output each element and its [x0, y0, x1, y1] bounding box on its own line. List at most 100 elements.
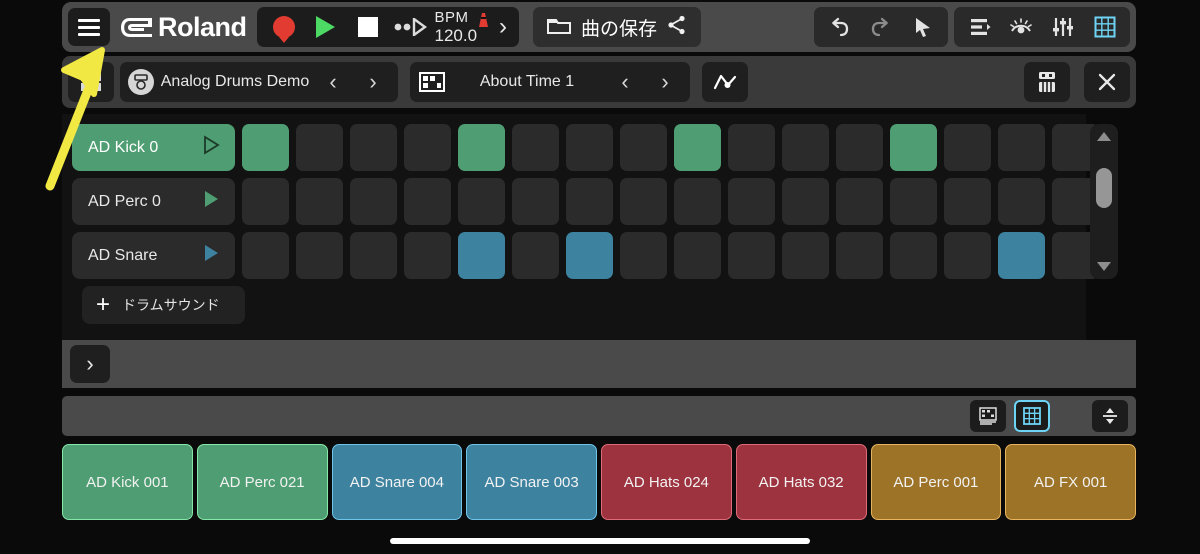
pad-view-toolbar: [62, 396, 1136, 436]
sequencer-step-cell[interactable]: [458, 232, 505, 279]
sequencer-row-label[interactable]: AD Perc 0: [72, 178, 235, 225]
grid-icon[interactable]: [1084, 8, 1126, 46]
sequencer-step-cell[interactable]: [620, 178, 667, 225]
kit-prev-chevron-left-icon[interactable]: ‹: [316, 69, 350, 95]
brand-name: Roland: [158, 11, 247, 42]
sequencer-step-cell[interactable]: [458, 178, 505, 225]
sequencer-step-cell[interactable]: [782, 232, 829, 279]
hamburger-menu-icon[interactable]: [68, 8, 110, 46]
sound-pad[interactable]: AD FX 001: [1005, 444, 1136, 520]
sequencer-step-cell[interactable]: [296, 232, 343, 279]
sequencer-step-cell[interactable]: [566, 124, 613, 171]
kit-name: Analog Drums Demo: [160, 73, 310, 90]
sequencer-step-cell[interactable]: [728, 124, 775, 171]
sequencer-step-cell[interactable]: [566, 232, 613, 279]
undo-icon[interactable]: [818, 8, 860, 46]
sequencer-step-cell[interactable]: [836, 124, 883, 171]
sequencer-step-cell[interactable]: [944, 232, 991, 279]
sequencer-step-cell[interactable]: [296, 178, 343, 225]
sequencer-row-label[interactable]: AD Snare: [72, 232, 235, 279]
share-icon[interactable]: [667, 15, 687, 40]
row-preview-play-icon[interactable]: [201, 189, 221, 214]
metronome-icon[interactable]: [478, 12, 489, 30]
expand-chevron-right-icon[interactable]: ›: [70, 345, 110, 383]
keyboard-icon[interactable]: [1024, 62, 1070, 102]
stop-icon[interactable]: [347, 7, 389, 47]
scroll-up-arrow-icon[interactable]: [1097, 132, 1111, 141]
piano-roll-icon[interactable]: [970, 400, 1006, 432]
sequencer-step-cell[interactable]: [242, 124, 289, 171]
sequencer-step-cell[interactable]: [404, 232, 451, 279]
sequencer-step-cell[interactable]: [890, 232, 937, 279]
sound-pad[interactable]: AD Hats 032: [735, 444, 867, 520]
eye-icon[interactable]: [1000, 8, 1042, 46]
automation-curve-icon[interactable]: [702, 62, 748, 102]
sequencer-step-cell[interactable]: [836, 232, 883, 279]
row-preview-play-icon[interactable]: [201, 243, 221, 268]
sequencer-step-cell[interactable]: [998, 124, 1045, 171]
sequencer-step-cell[interactable]: [404, 178, 451, 225]
fast-forward-icon[interactable]: [389, 7, 431, 47]
sequencer-step-cell[interactable]: [296, 124, 343, 171]
sequencer-step-cell[interactable]: [728, 178, 775, 225]
sequencer-step-cell[interactable]: [620, 232, 667, 279]
sequencer-vertical-scrollbar[interactable]: [1090, 124, 1118, 279]
sound-pad[interactable]: AD Perc 001: [870, 444, 1002, 520]
home-indicator: [390, 538, 810, 544]
kit-next-chevron-right-icon[interactable]: ›: [356, 69, 390, 95]
sequencer-step-cell[interactable]: [998, 232, 1045, 279]
sound-pad[interactable]: AD Snare 003: [466, 444, 597, 520]
add-drum-sound-button[interactable]: + ドラムサウンド: [82, 286, 245, 324]
redo-icon[interactable]: [860, 8, 902, 46]
sequencer-step-cell[interactable]: [512, 124, 559, 171]
bpm-display[interactable]: BPM 120.0: [431, 10, 494, 44]
record-icon[interactable]: [263, 7, 305, 47]
vertical-resize-icon[interactable]: [1092, 400, 1128, 432]
pattern-prev-chevron-left-icon[interactable]: ‹: [608, 69, 642, 95]
pointer-arrow-icon[interactable]: [902, 8, 944, 46]
save-song-button[interactable]: 曲の保存: [533, 7, 702, 47]
sequencer-step-cell[interactable]: [674, 178, 721, 225]
track-list-icon[interactable]: [958, 8, 1000, 46]
sequencer-step-cell[interactable]: [836, 178, 883, 225]
sequencer-step-cell[interactable]: [566, 178, 613, 225]
sequencer-step-cell[interactable]: [512, 232, 559, 279]
sequencer-step-cell[interactable]: [728, 232, 775, 279]
sequencer-step-cell[interactable]: [458, 124, 505, 171]
sequencer-step-cell[interactable]: [782, 178, 829, 225]
pad-grid-icon[interactable]: [1014, 400, 1050, 432]
sequencer-step-cell[interactable]: [944, 178, 991, 225]
sound-pad[interactable]: AD Snare 004: [331, 444, 463, 520]
sequencer-step-cell[interactable]: [242, 232, 289, 279]
pattern-next-chevron-right-icon[interactable]: ›: [648, 69, 682, 95]
scroll-down-arrow-icon[interactable]: [1097, 262, 1111, 271]
sequencer-step-cell[interactable]: [944, 124, 991, 171]
sliders-icon[interactable]: [1042, 8, 1084, 46]
sequencer-step-cell[interactable]: [350, 124, 397, 171]
bpm-expand-chevron-right-icon[interactable]: ›: [493, 13, 513, 41]
sequencer-step-cell[interactable]: [674, 232, 721, 279]
sequencer-row-label[interactable]: AD Kick 0: [72, 124, 235, 171]
sequencer-step-cell[interactable]: [512, 178, 559, 225]
sound-pad[interactable]: AD Perc 021: [196, 444, 328, 520]
close-icon[interactable]: [1084, 62, 1130, 102]
scrollbar-thumb[interactable]: [1096, 167, 1112, 208]
sequencer-step-cell[interactable]: [890, 124, 937, 171]
sound-pad-label: AD FX 001: [1033, 473, 1108, 491]
history-tool-group: [814, 7, 948, 47]
sequencer-step-cell[interactable]: [242, 178, 289, 225]
sequencer-step-cell[interactable]: [350, 232, 397, 279]
sequencer-step-cell[interactable]: [620, 124, 667, 171]
sequencer-step-cell[interactable]: [404, 124, 451, 171]
sequencer-step-cell[interactable]: [998, 178, 1045, 225]
sequencer-step-cell[interactable]: [890, 178, 937, 225]
row-preview-play-icon[interactable]: [201, 135, 221, 160]
sequencer-step-cell[interactable]: [674, 124, 721, 171]
sequencer-step-cell[interactable]: [350, 178, 397, 225]
four-square-view-icon[interactable]: [68, 62, 114, 102]
sound-pad[interactable]: AD Hats 024: [601, 444, 732, 520]
folder-icon: [547, 16, 572, 39]
sequencer-step-cell[interactable]: [782, 124, 829, 171]
sound-pad[interactable]: AD Kick 001: [62, 444, 193, 520]
play-icon[interactable]: [305, 7, 347, 47]
